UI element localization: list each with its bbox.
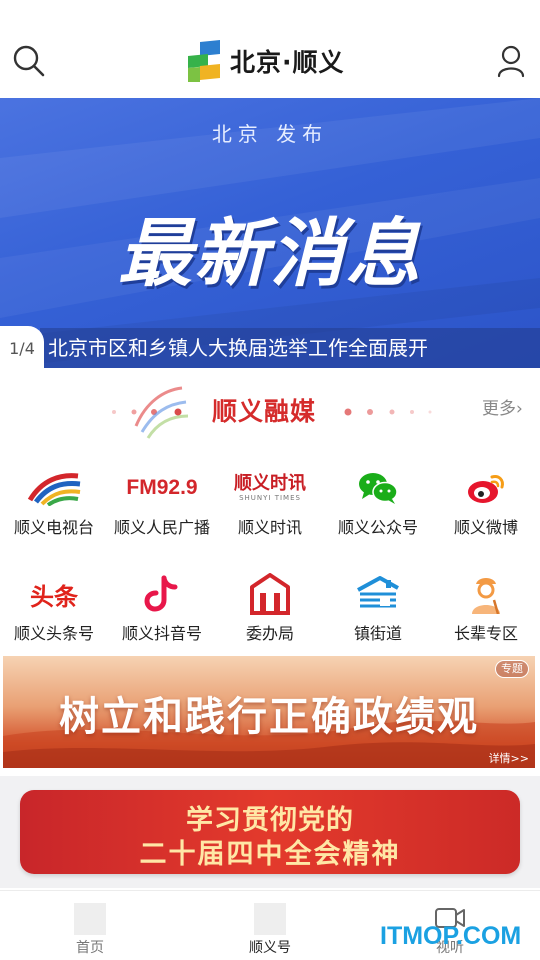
study-campaign-banner[interactable]: 学习贯彻党的 二十届四中全会精神 bbox=[20, 790, 520, 874]
fm-radio-icon: FM92.9 bbox=[126, 466, 197, 510]
grid-label: 顺义公众号 bbox=[337, 518, 418, 537]
search-icon[interactable] bbox=[12, 44, 46, 78]
site-watermark: ITMOP.COM bbox=[380, 922, 522, 950]
app-screen: 北京·顺义 北京 发布 最新消息 北京市区和乡镇人大换届选举工作全面展开 1/4 bbox=[0, 0, 540, 960]
tab-label: 首页 bbox=[76, 940, 104, 956]
news-carousel[interactable]: 北京 发布 最新消息 北京市区和乡镇人大换届选举工作全面展开 1/4 bbox=[0, 98, 540, 368]
top-header: 北京·顺义 bbox=[0, 0, 540, 98]
times-logo-sub: SHUNYI TIMES bbox=[239, 493, 301, 502]
douyin-icon bbox=[132, 572, 192, 616]
grid-item-douyin[interactable]: 顺义抖音号 bbox=[108, 564, 216, 670]
toutiao-icon: 头条 bbox=[24, 572, 84, 616]
grid-label: 顺义头条号 bbox=[13, 624, 94, 643]
government-building-icon bbox=[240, 572, 300, 616]
section-header: 顺义融媒 更多› bbox=[0, 378, 540, 444]
grid-label: 顺义时讯 bbox=[237, 518, 302, 537]
grid-label: 顺义抖音号 bbox=[121, 624, 202, 643]
fm-radio-logo-text: FM92.9 bbox=[126, 476, 198, 499]
grid-item-town-street[interactable]: 镇街道 bbox=[324, 564, 432, 670]
grid-row-2: 头条 顺义头条号 顺义抖音号 委办局 镇街道 长辈专区 bbox=[0, 564, 540, 670]
study-banner-line2: 二十届四中全会精神 bbox=[139, 839, 401, 870]
banner-caption[interactable]: 北京市区和乡镇人大换届选举工作全面展开 bbox=[40, 328, 540, 368]
shunyi-logo-icon bbox=[186, 40, 222, 82]
dots-decoration-right bbox=[344, 408, 432, 416]
user-icon[interactable] bbox=[494, 44, 528, 78]
publisher-line: 北京 发布 bbox=[0, 118, 540, 147]
grid-row-1: 顺义电视台 FM92.9 顺义人民广播 顺义时讯 SHUNYI TIMES 顺义… bbox=[0, 458, 540, 564]
media-grid: 顺义电视台 FM92.9 顺义人民广播 顺义时讯 SHUNYI TIMES 顺义… bbox=[0, 458, 540, 670]
grid-label: 顺义电视台 bbox=[13, 518, 94, 537]
brand-name: 北京·顺义 bbox=[230, 48, 345, 77]
tab-label: 顺义号 bbox=[249, 940, 291, 956]
toutiao-logo-text: 头条 bbox=[30, 582, 78, 611]
grid-item-tv-station[interactable]: 顺义电视台 bbox=[0, 458, 108, 564]
grid-label: 镇街道 bbox=[353, 624, 402, 643]
shunyi-times-icon: 顺义时讯 SHUNYI TIMES bbox=[234, 466, 306, 510]
grid-label: 长辈专区 bbox=[453, 624, 518, 643]
banner-headline: 最新消息 bbox=[118, 211, 422, 297]
special-topic-title: 树立和践行正确政绩观 bbox=[59, 694, 479, 740]
beijing-publish-label: 北京 发布 bbox=[211, 122, 329, 146]
grid-label: 顺义人民广播 bbox=[113, 518, 210, 537]
account-icon bbox=[254, 903, 286, 935]
grid-item-wechat[interactable]: 顺义公众号 bbox=[324, 458, 432, 564]
elder-zone-icon bbox=[456, 572, 516, 616]
times-logo-text: 顺义时讯 bbox=[234, 472, 306, 494]
grid-item-government-office[interactable]: 委办局 bbox=[216, 564, 324, 670]
details-link[interactable]: 详情>> bbox=[489, 750, 529, 766]
grid-label: 委办局 bbox=[245, 624, 294, 643]
weibo-icon bbox=[456, 466, 516, 510]
special-topic-banner[interactable]: 树立和践行正确政绩观 专题 详情>> bbox=[3, 656, 535, 768]
grid-item-elder-zone[interactable]: 长辈专区 bbox=[432, 564, 540, 670]
grid-item-shunyi-times[interactable]: 顺义时讯 SHUNYI TIMES 顺义时讯 bbox=[216, 458, 324, 564]
grid-item-fm-radio[interactable]: FM92.9 顺义人民广播 bbox=[108, 458, 216, 564]
tab-home[interactable]: 首页 bbox=[40, 891, 140, 960]
rongmei-logo-icon bbox=[128, 382, 192, 442]
home-icon bbox=[74, 903, 106, 935]
more-link[interactable]: 更多› bbox=[482, 394, 523, 419]
topic-tag: 专题 bbox=[495, 660, 529, 678]
grid-label: 顺义微博 bbox=[453, 518, 518, 537]
wechat-icon bbox=[348, 466, 408, 510]
town-street-icon bbox=[348, 572, 408, 616]
tab-shunyi-account[interactable]: 顺义号 bbox=[220, 891, 320, 960]
app-brand: 北京·顺义 bbox=[186, 40, 345, 82]
tv-station-icon bbox=[24, 466, 84, 510]
grid-item-toutiao[interactable]: 头条 顺义头条号 bbox=[0, 564, 108, 670]
section-title: 顺义融媒 bbox=[212, 397, 317, 426]
carousel-index: 1/4 bbox=[0, 326, 44, 368]
grid-item-weibo[interactable]: 顺义微博 bbox=[432, 458, 540, 564]
